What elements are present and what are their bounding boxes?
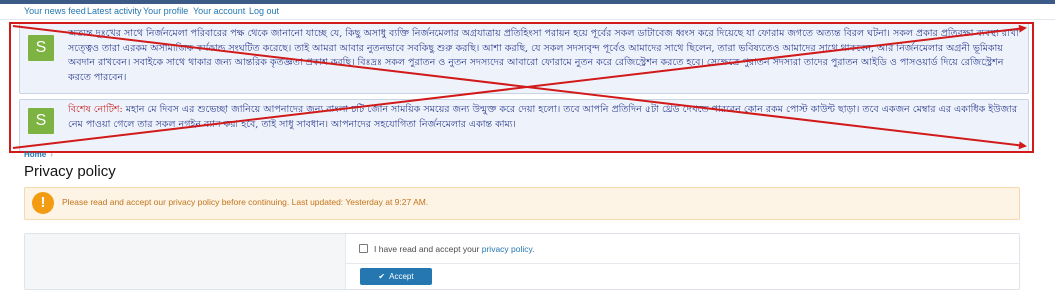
accept-button[interactable]: ✔ Accept	[360, 268, 432, 285]
notice-text: অত্যন্ত দুঃখের সাথে নির্জনমেলা পরিবারের …	[68, 27, 1020, 85]
checkmark-icon: ✔	[378, 272, 386, 281]
privacy-warning-alert: ! Please read and accept our privacy pol…	[24, 187, 1020, 220]
page-title: Privacy policy	[24, 163, 116, 180]
avatar: S	[28, 35, 54, 61]
form-label-column	[25, 234, 346, 289]
breadcrumb: Home ›	[24, 150, 53, 159]
privacy-accept-form: I have read and accept your privacy poli…	[24, 233, 1020, 290]
nav-news-feed[interactable]: Your news feed	[24, 6, 86, 16]
notice-lead: বিশেষ নোটিশ:	[68, 104, 123, 115]
nav-your-profile[interactable]: Your profile	[143, 6, 188, 16]
notice-banner: S অত্যন্ত দুঃখের সাথে নির্জনমেলা পরিবারে…	[19, 22, 1029, 94]
notice-body: অত্যন্ত দুঃখের সাথে নির্জনমেলা পরিবারের …	[68, 28, 1019, 83]
alert-message: Please read and accept our privacy polic…	[62, 197, 429, 207]
notice-text: বিশেষ নোটিশ: মহান মে দিবস এর শুভেচ্ছা জা…	[68, 103, 1020, 132]
form-divider	[345, 263, 1019, 264]
nav-latest-activity[interactable]: Latest activity	[87, 6, 142, 16]
checkbox-label-suffix: .	[532, 244, 535, 254]
special-notice-banner: S বিশেষ নোটিশ: মহান মে দিবস এর শুভেচ্ছা …	[19, 99, 1029, 152]
nav-your-account[interactable]: Your account	[193, 6, 245, 16]
breadcrumb-home[interactable]: Home	[24, 150, 46, 159]
account-nav-bar: Your news feed Latest activity Your prof…	[0, 4, 1055, 20]
notices-area: S অত্যন্ত দুঃখের সাথে নির্জনমেলা পরিবারে…	[9, 22, 1034, 153]
accept-button-label: Accept	[389, 272, 414, 281]
accept-checkbox[interactable]	[359, 244, 368, 253]
nav-log-out[interactable]: Log out	[249, 6, 279, 16]
notice-body: মহান মে দিবস এর শুভেচ্ছা জানিয়ে আপনাদের…	[68, 104, 1018, 130]
avatar: S	[28, 108, 54, 134]
checkbox-label: I have read and accept your	[374, 244, 482, 254]
warning-icon: !	[32, 192, 54, 214]
privacy-policy-link[interactable]: privacy policy	[482, 244, 532, 254]
breadcrumb-separator: ›	[50, 150, 53, 159]
accept-checkbox-row[interactable]: I have read and accept your privacy poli…	[359, 244, 535, 254]
